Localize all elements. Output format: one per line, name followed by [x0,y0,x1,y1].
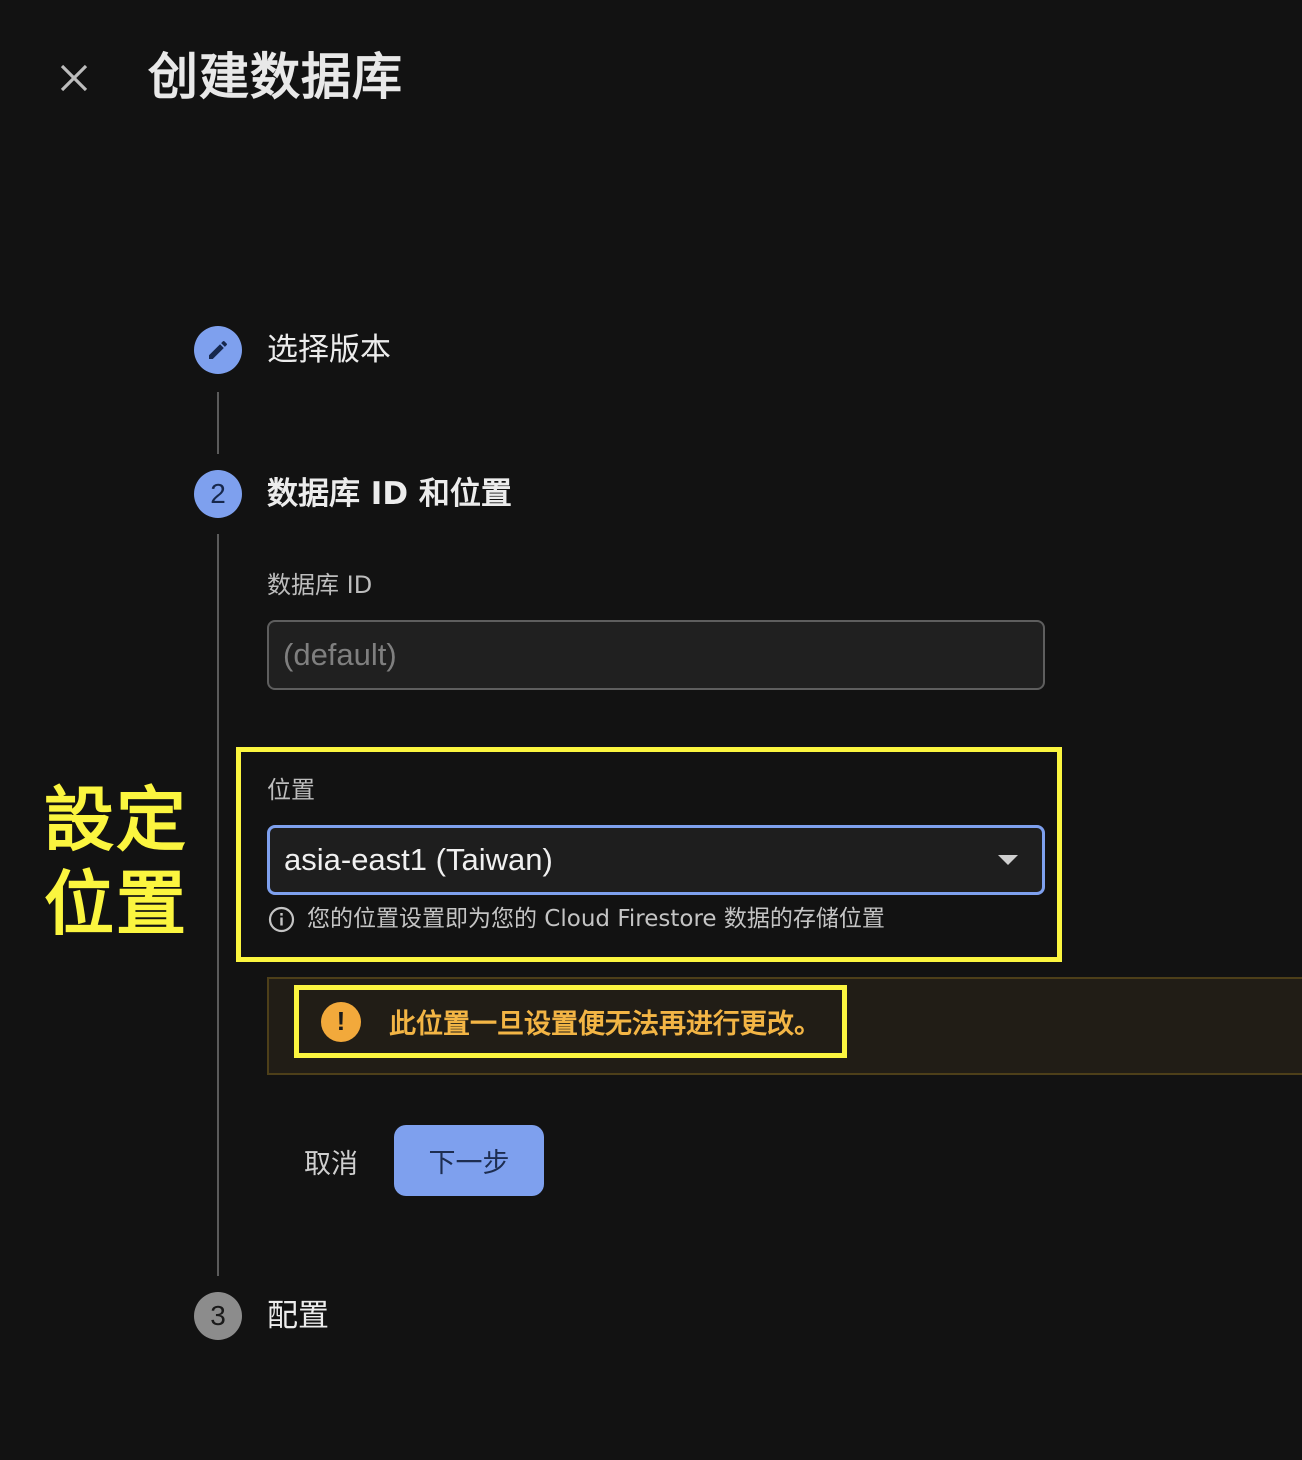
step-2-label: 数据库 ID 和位置 [267,476,512,512]
annotation-line-2: 位置 [44,863,188,945]
next-button[interactable]: 下一步 [394,1125,544,1196]
warning-text: 此位置一旦设置便无法再进行更改。 [389,1009,821,1040]
step-connector-2 [217,534,219,1276]
cancel-button[interactable]: 取消 [286,1126,376,1196]
step-3-indicator: 3 [194,1292,242,1340]
step-1-indicator [194,326,242,374]
step-connector-1 [217,392,219,454]
database-id-input[interactable] [283,637,1029,673]
warning-highlight-box: ! 此位置一旦设置便无法再进行更改。 [294,985,847,1058]
step-1-label[interactable]: 选择版本 [267,330,391,370]
close-button[interactable] [52,56,96,100]
pencil-icon [209,340,228,359]
step-2-indicator: 2 [194,470,242,518]
close-icon [60,64,88,92]
location-highlight-box [236,747,1062,962]
step-3-label: 配置 [267,1298,329,1334]
annotation-label: 設定 位置 [44,778,188,946]
database-id-label: 数据库 ID [267,571,373,599]
annotation-line-1: 設定 [44,779,188,861]
database-id-field[interactable] [267,620,1045,690]
warning-icon: ! [321,1001,361,1042]
create-database-dialog: 创建数据库 选择版本 2 数据库 ID 和位置 数据库 ID 位置 asia-e… [0,0,1302,1460]
page-title: 创建数据库 [148,48,403,106]
